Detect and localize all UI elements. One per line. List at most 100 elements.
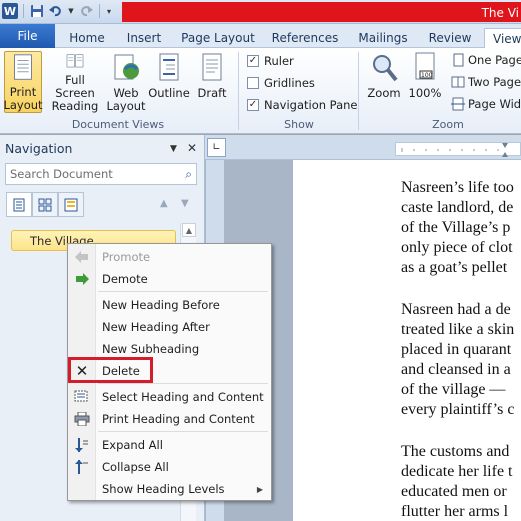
navigation-pane-check-mark: ✓ xyxy=(247,99,259,111)
doc-line: Nasreen’s life too xyxy=(401,179,514,196)
ribbon-view: Print Layout Full Screen Reading Web Lay… xyxy=(0,48,521,134)
collapse-all-label: Collapse All xyxy=(102,460,169,474)
navigation-pane-label: Navigation Pane xyxy=(264,98,358,112)
doc-line: Nasreen had a de xyxy=(401,301,511,318)
two-pages-label: Two Pages xyxy=(468,75,521,89)
select-content-icon xyxy=(74,389,90,405)
menu-separator xyxy=(98,291,268,292)
group-separator xyxy=(358,52,359,130)
zoom-100-label: 100% xyxy=(408,86,442,100)
outline-button[interactable]: Outline xyxy=(148,51,190,113)
gridlines-checkbox[interactable]: Gridlines xyxy=(247,76,315,90)
page-width-label: Page Widt xyxy=(468,97,521,111)
menu-item-print-heading-and-content[interactable]: Print Heading and Content xyxy=(68,409,271,429)
tab-view[interactable]: View xyxy=(484,28,521,49)
page-width-button[interactable]: Page Widt xyxy=(451,97,521,111)
tab-file[interactable]: File xyxy=(0,24,55,48)
web-layout-button[interactable]: Web Layout xyxy=(106,51,146,113)
doc-line: placed in quarant xyxy=(401,341,512,358)
doc-line: caste landlord, de xyxy=(401,199,514,216)
magnifier-icon xyxy=(373,55,398,82)
redo-icon[interactable] xyxy=(78,3,94,19)
doc-line: every plaintiff’s c xyxy=(401,401,515,418)
web-layout-label-2: Layout xyxy=(106,99,146,113)
full-screen-reading-button[interactable]: Full Screen Reading xyxy=(45,51,105,113)
menu-item-show-heading-levels[interactable]: Show Heading Levels ▶ xyxy=(68,479,271,499)
search-icon[interactable]: ⌕ xyxy=(185,167,192,182)
qat-separator xyxy=(23,4,24,18)
search-input[interactable]: Search Document ⌕ xyxy=(5,163,197,185)
customize-qat-icon[interactable]: ▾ xyxy=(105,3,113,19)
menu-item-expand-all[interactable]: Expand All xyxy=(68,435,271,455)
menu-item-select-heading-and-content[interactable]: Select Heading and Content xyxy=(68,387,271,407)
draft-icon xyxy=(202,53,222,81)
new-subheading-label: New Subheading xyxy=(102,342,200,356)
printer-icon xyxy=(74,411,90,427)
zoom-group-label: Zoom xyxy=(432,118,464,131)
one-page-icon xyxy=(453,53,464,67)
doc-line: as a goat’s pellet xyxy=(401,259,508,276)
menu-item-new-subheading[interactable]: New Subheading xyxy=(68,339,271,359)
gridlines-check-box xyxy=(247,77,259,89)
pane-options-icon[interactable]: ▼ xyxy=(170,144,177,154)
search-placeholder: Search Document xyxy=(10,167,113,181)
print-layout-button[interactable]: Print Layout xyxy=(3,51,43,113)
two-pages-icon xyxy=(451,76,465,88)
zoom-button[interactable]: Zoom xyxy=(364,51,404,113)
menu-separator xyxy=(98,431,268,432)
demote-arrow-icon xyxy=(74,271,90,287)
window-title: The Vi xyxy=(481,6,519,20)
doc-line: only piece of clot xyxy=(401,239,513,256)
scroll-up-icon[interactable]: ▲ xyxy=(182,223,196,237)
next-result-icon[interactable]: ▼ xyxy=(181,198,189,209)
tab-insert[interactable]: Insert xyxy=(118,28,170,48)
browse-headings-icon[interactable] xyxy=(6,192,32,217)
two-pages-button[interactable]: Two Pages xyxy=(451,75,521,89)
page-100-icon: 100 xyxy=(415,52,435,80)
navigation-pane-checkbox[interactable]: ✓ Navigation Pane xyxy=(247,98,358,112)
menu-item-demote[interactable]: Demote xyxy=(68,269,271,289)
word-app-icon[interactable]: W xyxy=(2,3,18,19)
menu-item-new-heading-after[interactable]: New Heading After xyxy=(68,317,271,337)
menu-separator xyxy=(98,383,268,384)
horizontal-ruler[interactable] xyxy=(395,142,521,157)
browse-pages-icon[interactable] xyxy=(32,192,58,217)
draft-button[interactable]: Draft xyxy=(193,51,231,113)
tab-references[interactable]: References xyxy=(268,28,342,48)
browse-results-icon[interactable] xyxy=(58,192,84,217)
undo-dropdown-icon[interactable]: ▼ xyxy=(67,3,75,19)
tab-page-layout[interactable]: Page Layout xyxy=(178,28,258,48)
qat-separator xyxy=(99,4,100,18)
one-page-button[interactable]: One Page xyxy=(451,53,521,67)
quick-access-toolbar: W ▼ ▾ xyxy=(2,3,113,19)
tab-home[interactable]: Home xyxy=(63,28,111,48)
collapse-all-icon xyxy=(74,459,90,475)
doc-line: dedicate her life t xyxy=(401,463,513,480)
menu-item-promote[interactable]: Promote xyxy=(68,247,271,267)
delete-highlight-box xyxy=(68,357,153,383)
expand-all-icon xyxy=(74,437,90,453)
draft-label: Draft xyxy=(197,86,227,100)
menu-item-collapse-all[interactable]: Collapse All xyxy=(68,457,271,477)
tab-review[interactable]: Review xyxy=(422,28,478,48)
menu-item-new-heading-before[interactable]: New Heading Before xyxy=(68,295,271,315)
undo-icon[interactable] xyxy=(48,3,64,19)
gridlines-label: Gridlines xyxy=(264,76,315,90)
doc-line: treated like a skin xyxy=(401,321,515,338)
outline-label: Outline xyxy=(148,86,190,100)
save-icon[interactable] xyxy=(29,3,45,19)
ruler-checkbox[interactable]: ✓ Ruler xyxy=(247,54,294,68)
full-screen-reading-icon xyxy=(66,54,84,68)
zoom-100-button[interactable]: 100 100% xyxy=(406,51,444,113)
page-width-icon xyxy=(451,97,465,111)
previous-result-icon[interactable]: ▲ xyxy=(160,198,168,209)
tab-selector-icon[interactable]: ∟ xyxy=(207,138,226,157)
select-heading-label: Select Heading and Content xyxy=(102,390,264,404)
full-screen-label-2: Reading xyxy=(51,99,99,113)
submenu-arrow-icon: ▶ xyxy=(256,484,263,494)
title-bar: W ▼ ▾ The Vi xyxy=(0,0,521,24)
tab-mailings[interactable]: Mailings xyxy=(352,28,414,48)
close-icon[interactable]: ✕ xyxy=(187,141,197,155)
doc-line: and cleansed in a xyxy=(401,361,511,378)
show-heading-levels-label: Show Heading Levels xyxy=(102,482,225,496)
